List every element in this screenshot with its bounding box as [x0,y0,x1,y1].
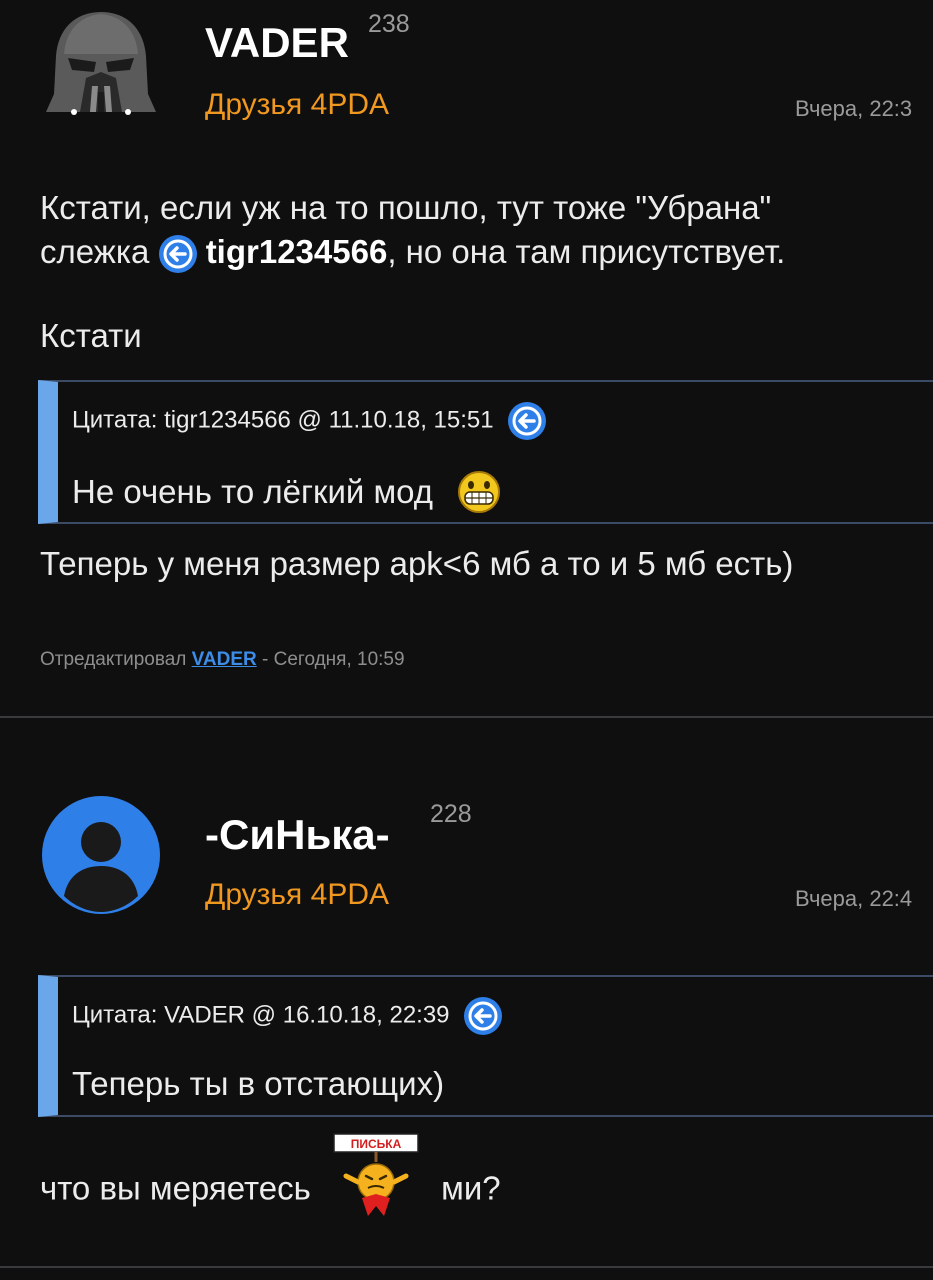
post-date: Вчера, 22:3 [795,96,913,121]
quote-block: Цитата: VADER @ 16.10.18, 22:39 Теперь т… [38,975,933,1117]
post-text-line: слежка tigr1234566, но она там присутств… [40,230,785,274]
post-divider [0,1266,933,1268]
quote-link-icon[interactable] [508,402,547,440]
grin-smile-icon [456,470,502,519]
back-arrow-icon[interactable] [158,235,197,274]
post-text-line: Теперь у меня размер apk<6 мб а то и 5 м… [40,545,794,582]
post-date: Вчера, 22:4 [795,886,913,911]
quote-block: Цитата: tigr1234566 @ 11.10.18, 15:51 Не… [38,380,933,524]
reputation-count[interactable]: 228 [430,802,472,827]
quote-body: Не очень то лёгкий мод [72,470,502,519]
quote-body: Теперь ты в отстающих) [72,1065,445,1102]
vader-helmet-icon [46,12,156,115]
text-segment: , но она там присутствует. [387,233,786,270]
quote-header: Цитата: tigr1234566 @ 11.10.18, 15:51 [72,402,547,440]
quote-body-text: Не очень то лёгкий мод [72,473,434,511]
edited-by-link[interactable]: VADER [192,649,257,670]
post-text-line: Кстати [40,317,142,354]
quote-header-text: Цитата: VADER @ 16.10.18, 22:39 [72,1001,450,1029]
forum-thread: VADER 238 Друзья 4PDA Вчера, 22:3 Кстати… [0,0,933,1280]
text-segment: слежка [40,233,150,270]
edited-note: Отредактировал VADER - Сегодня, 10:59 [40,650,405,669]
edited-suffix: - Сегодня, 10:59 [262,649,405,670]
post-vader: VADER 238 Друзья 4PDA Вчера, 22:3 Кстати… [0,0,933,720]
pionner-smile-icon: ПИСЬКА [328,1132,424,1250]
reputation-count[interactable]: 238 [368,12,410,37]
smile-caption: ПИСЬКА [351,1137,402,1151]
quote-header: Цитата: VADER @ 16.10.18, 22:39 [72,997,503,1035]
post-text-line: что вы меряетесь ПИСЬКА ми? [40,1132,501,1250]
quote-header-text: Цитата: tigr1234566 @ 11.10.18, 15:51 [72,406,494,434]
post-text-line: Кстати, если уж на то пошло, тут тоже "У… [40,189,772,226]
user-group: Друзья 4PDA [205,88,389,121]
user-mention[interactable]: tigr1234566 [206,233,388,270]
quote-link-icon[interactable] [464,997,503,1035]
edited-prefix: Отредактировал [40,649,187,670]
author-name[interactable]: -СиНька- [205,814,390,856]
default-user-avatar-icon [42,796,160,914]
text-segment: что вы меряетесь [40,1169,311,1207]
author-name[interactable]: VADER [205,22,349,64]
text-segment: ми? [441,1169,501,1207]
post-sinka: -СиНька- 228 Друзья 4PDA Вчера, 22:4 Цит… [0,720,933,1280]
avatar-vader[interactable] [40,8,162,130]
user-group: Друзья 4PDA [205,878,389,911]
post-divider [0,716,933,718]
avatar-sinka[interactable] [40,794,162,916]
